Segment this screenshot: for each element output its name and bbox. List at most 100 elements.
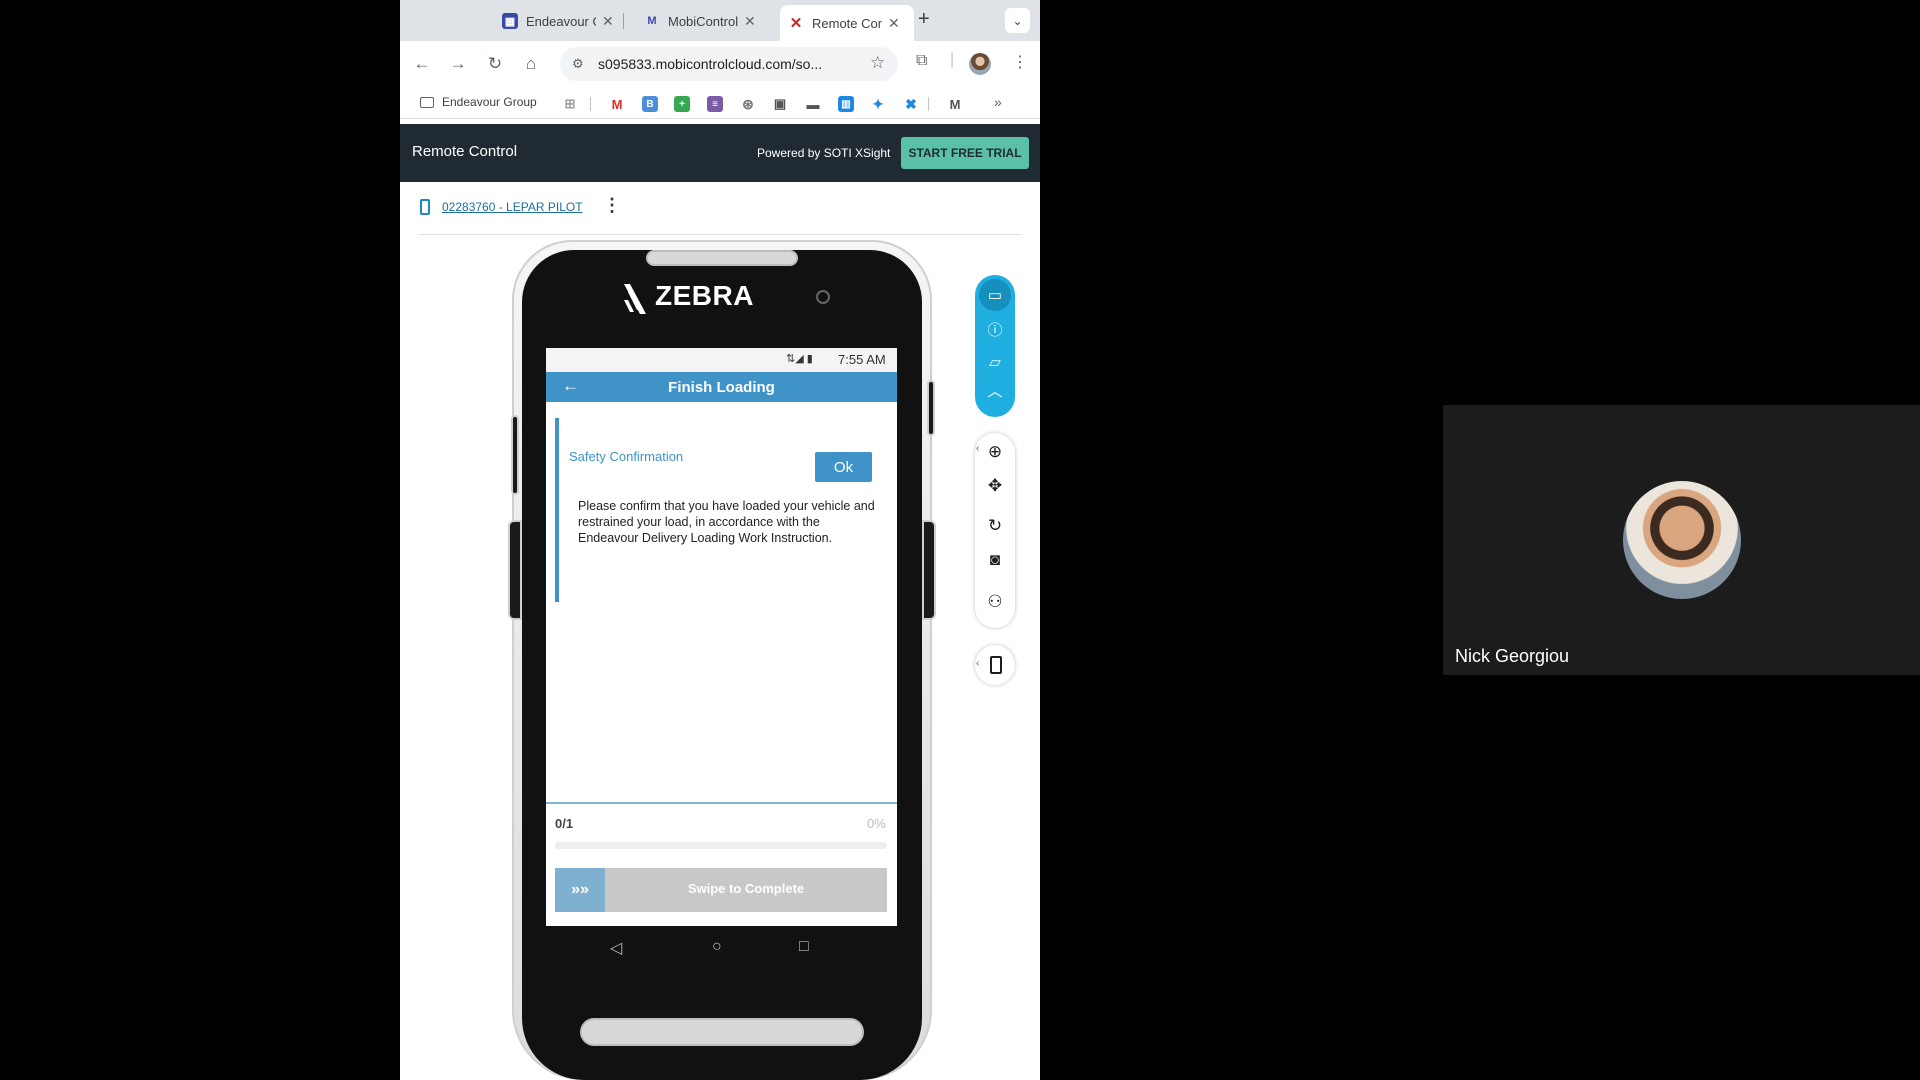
close-icon[interactable]: ✕	[744, 13, 756, 30]
card-title: Safety Confirmation	[569, 449, 684, 464]
device-bar: 02283760 - LEPAR PILOT ⋮	[400, 182, 1040, 234]
device-name-link[interactable]: 02283760 - LEPAR PILOT	[442, 200, 583, 214]
status-bar: ⇅◢ ▮ 7:55 AM	[546, 348, 897, 372]
start-free-trial-button[interactable]: START FREE TRIAL	[901, 137, 1029, 169]
bookmark-separator	[928, 97, 929, 111]
side-button	[508, 520, 522, 620]
ok-button[interactable]: Ok	[815, 452, 872, 482]
extensions-icon[interactable]: ⧉	[916, 52, 927, 70]
bookmarks-bar: Endeavour Group ⊞ M B + ≡ ⊛ ▣ ▬ ▥ ✦ ✖ M …	[400, 87, 1040, 119]
bookmark-folder-endeavour[interactable]: Endeavour Group	[420, 95, 537, 109]
tab-search-icon[interactable]: ⌄	[1005, 8, 1030, 33]
meeting-stage: ▦ Endeavour Group ✕ M MobiControl ✕ ✕ Re…	[0, 0, 1920, 1080]
divider	[546, 802, 897, 804]
file-explorer-icon[interactable]: ▱	[975, 348, 1015, 376]
refresh-icon[interactable]: ↻	[975, 510, 1015, 542]
app-header: Remote Control Powered by SOTI XSight ST…	[400, 124, 1040, 182]
remote-toolbar-primary: ▭ ⓘ ▱ ︿	[975, 275, 1015, 417]
calendar-icon: ▦	[502, 13, 518, 29]
soti-icon: ✕	[789, 15, 803, 32]
jira-icon[interactable]: ✦	[870, 96, 886, 112]
move-icon[interactable]: ✥	[975, 470, 1015, 502]
swipe-label: Swipe to Complete	[687, 881, 805, 896]
remote-toolbar-tools: ‹ ⊕ ✥ ↻ ◙ ⚇	[975, 433, 1015, 628]
folder-icon	[420, 96, 434, 108]
side-button	[922, 520, 936, 620]
tab-remote-control[interactable]: ✕ Remote Control ✕	[780, 5, 914, 41]
confluence-icon[interactable]: ✖	[903, 96, 919, 112]
device-menu-icon[interactable]: ⋮	[603, 195, 621, 216]
trello-icon[interactable]: ▥	[838, 96, 854, 112]
site-settings-icon[interactable]: ⚙	[572, 56, 584, 72]
signal-battery-icon: ⇅◢ ▮	[786, 353, 813, 365]
home-icon[interactable]: ⌂	[519, 52, 543, 76]
status-time: 7:55 AM	[838, 352, 886, 367]
participant-avatar	[1623, 481, 1741, 599]
forward-icon[interactable]: →	[446, 52, 470, 76]
device-icon	[420, 199, 430, 215]
mobicontrol-icon: M	[647, 15, 657, 27]
globe-icon[interactable]: ⊛	[740, 96, 756, 112]
swipe-handle[interactable]: »»	[555, 868, 605, 912]
truck-icon[interactable]: ▬	[805, 96, 821, 112]
tab-endeavour[interactable]: ▦ Endeavour Group ✕	[494, 6, 622, 36]
divider	[418, 234, 1022, 235]
more-bookmarks-icon[interactable]: »	[994, 94, 1002, 110]
gmail-icon[interactable]: M	[609, 96, 625, 112]
front-camera	[816, 290, 830, 304]
toolbar-divider: |	[950, 51, 955, 68]
docs-icon[interactable]: B	[642, 96, 658, 112]
close-icon[interactable]: ✕	[888, 15, 900, 32]
speaker-grille	[646, 250, 798, 266]
android-nav-bar: ◁ ○ □	[546, 930, 897, 970]
confirmation-message: Please confirm that you have loaded your…	[578, 499, 875, 545]
user-settings-icon[interactable]: ⚇	[975, 586, 1015, 618]
tab-label: Remote Control	[812, 15, 882, 31]
progress-bar	[555, 842, 887, 849]
image-icon[interactable]: ▣	[772, 96, 788, 112]
brand-logo-text: ZEBRA	[655, 280, 754, 311]
caret-left-icon[interactable]: ‹	[976, 658, 979, 669]
collapse-icon[interactable]: ︿	[975, 376, 1015, 404]
new-tab-icon[interactable]: +	[918, 8, 930, 31]
sheets-icon[interactable]: +	[674, 96, 690, 112]
browser-toolbar: ← → ↻ ⌂ ⚙ s095833.mobicontrolcloud.com/s…	[400, 41, 1040, 87]
phone-icon	[990, 656, 1002, 674]
nav-home-icon[interactable]: ○	[712, 938, 722, 956]
swipe-to-complete-slider[interactable]: »» Swipe to Complete	[555, 868, 887, 912]
side-button	[927, 380, 935, 436]
zoom-in-icon[interactable]: ⊕	[975, 436, 1015, 468]
screen-cast-icon[interactable]: ▭	[975, 281, 1015, 309]
speaker-grille	[580, 1018, 864, 1046]
shared-browser-window: ▦ Endeavour Group ✕ M MobiControl ✕ ✕ Re…	[400, 0, 1040, 1080]
participant-name: Nick Georgiou	[1455, 646, 1570, 666]
tab-label: MobiControl	[668, 13, 738, 29]
participant-tile[interactable]: Nick Georgiou	[1443, 405, 1920, 675]
bookmark-star-icon[interactable]: ☆	[870, 53, 885, 73]
reload-icon[interactable]: ↻	[483, 52, 507, 76]
tab-label: Endeavour Group	[526, 13, 596, 29]
back-icon[interactable]: ←	[410, 52, 434, 76]
screenshot-camera-icon[interactable]: ◙	[975, 544, 1015, 576]
apps-grid-icon[interactable]: ⊞	[562, 96, 578, 112]
back-arrow-icon[interactable]: ←	[562, 376, 579, 396]
screen-header: Finish Loading ←	[546, 372, 897, 402]
screen-title: Finish Loading	[668, 379, 775, 396]
side-button	[511, 415, 519, 495]
close-icon[interactable]: ✕	[602, 13, 614, 30]
device-screen[interactable]: ⇅◢ ▮ 7:55 AM Finish Loading ← Safety Con…	[546, 348, 897, 926]
device-skin-toggle[interactable]: ‹	[975, 645, 1015, 685]
tab-separator	[623, 13, 624, 29]
app-title: Remote Control	[412, 143, 518, 160]
tab-mobicontrol[interactable]: M MobiControl ✕	[636, 6, 764, 36]
url-text: s095833.mobicontrolcloud.com/so...	[598, 56, 823, 72]
forms-icon[interactable]: ≡	[707, 96, 723, 112]
progress-count: 0/1	[555, 816, 574, 831]
nav-recents-icon[interactable]: □	[799, 938, 809, 956]
address-bar[interactable]: ⚙ s095833.mobicontrolcloud.com/so... ☆	[560, 47, 898, 81]
nav-back-icon[interactable]: ◁	[610, 938, 622, 958]
mobicontrol-icon[interactable]: M	[947, 96, 963, 112]
device-info-icon[interactable]: ⓘ	[975, 315, 1015, 343]
browser-menu-icon[interactable]: ⋮	[1012, 52, 1028, 72]
profile-avatar[interactable]	[969, 53, 991, 75]
